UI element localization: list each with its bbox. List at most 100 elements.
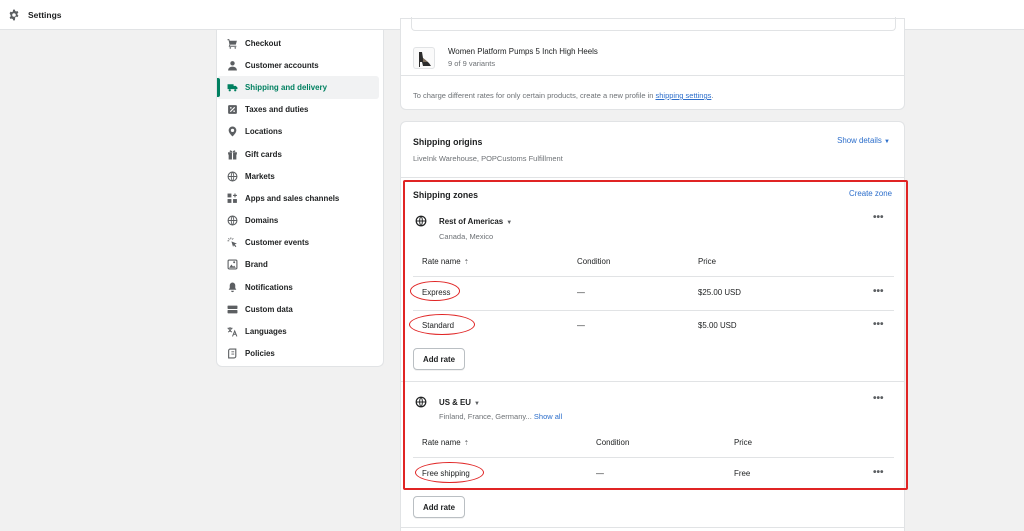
sidebar-item-custom-data[interactable]: Custom data [217, 298, 379, 320]
rate-name-express: Express [422, 288, 451, 297]
zone-name-dropdown[interactable]: US & EU ▼ [439, 398, 480, 407]
sidebar-item-apps-and-sales-channels[interactable]: Apps and sales channels [217, 187, 379, 209]
product-variants: 9 of 9 variants [448, 59, 496, 68]
divider [401, 177, 904, 178]
row-divider [413, 276, 894, 277]
shipping-origins-zones-card: Shipping origins LiveInk Warehouse, POPC… [400, 121, 905, 531]
rate-price: Free [734, 469, 751, 478]
row-divider [413, 457, 894, 458]
zone-countries-text: Finland, France, Germany... [439, 412, 532, 421]
rate-name-header[interactable]: Rate name ⇡ [422, 257, 469, 266]
add-rate-button[interactable]: Add rate [413, 496, 466, 518]
sidebar-item-gift-cards[interactable]: Gift cards [217, 143, 379, 165]
sort-icon: ⇡ [463, 440, 470, 447]
sidebar-item-domains[interactable]: Domains [217, 210, 379, 232]
database-icon [227, 304, 238, 315]
zone-more-actions-button[interactable]: ••• [873, 212, 884, 223]
high-heel-shoe-icon [419, 52, 431, 67]
bell-icon [227, 282, 238, 293]
row-divider [413, 310, 894, 311]
zone-header-rest-of-americas: Rest of Americas ▼ [415, 215, 512, 227]
rate-condition: — [577, 321, 585, 330]
gift-icon [227, 149, 238, 160]
caret-down-icon: ▼ [884, 139, 890, 145]
rate-more-actions-button[interactable]: ••• [873, 319, 884, 330]
sidebar-item-label: Markets [245, 171, 275, 181]
sidebar-item-label: Customer accounts [245, 60, 319, 70]
create-zone-button[interactable]: Create zone [849, 189, 892, 198]
shipping-origins-title: Shipping origins [413, 137, 483, 147]
sidebar-item-markets[interactable]: Markets [217, 165, 379, 187]
sidebar-item-customer-events[interactable]: Customer events [217, 232, 379, 254]
rate-more-actions-button[interactable]: ••• [873, 467, 884, 478]
zone-countries: Canada, Mexico [439, 232, 494, 241]
divider [401, 75, 904, 76]
cart-icon [227, 38, 238, 49]
rate-name-standard: Standard [422, 321, 455, 330]
sidebar-item-label: Checkout [245, 38, 281, 48]
sidebar-item-shipping-and-delivery[interactable]: Shipping and delivery [217, 76, 379, 99]
rate-name-header[interactable]: Rate name ⇡ [422, 438, 469, 447]
show-all-link[interactable]: Show all [534, 412, 562, 421]
zone-name-dropdown[interactable]: Rest of Americas ▼ [439, 217, 512, 226]
rate-name-free-shipping: Free shipping [422, 469, 470, 478]
sidebar-item-locations[interactable]: Locations [217, 121, 379, 143]
policy-document-icon [227, 348, 238, 359]
translate-icon [227, 326, 238, 337]
sidebar-item-policies[interactable]: Policies [217, 343, 379, 365]
shipping-settings-link[interactable]: shipping settings [656, 91, 712, 100]
brand-icon [227, 259, 238, 270]
globe-icon [415, 215, 427, 227]
note-suffix: . [711, 91, 714, 100]
sidebar-item-checkout[interactable]: Checkout [217, 32, 379, 54]
product-thumbnail [413, 47, 435, 69]
settings-sidebar: Checkout Customer accounts Shipping and … [216, 30, 384, 367]
condition-header: Condition [577, 257, 611, 266]
product-name: Women Platform Pumps 5 Inch High Heels [448, 47, 598, 56]
sidebar-item-label: Notifications [245, 282, 293, 292]
sidebar-item-label: Taxes and duties [245, 105, 309, 115]
sidebar-item-notifications[interactable]: Notifications [217, 276, 379, 298]
rate-condition: — [577, 288, 585, 297]
condition-header: Condition [596, 438, 630, 447]
profile-products-card: Women Platform Pumps 5 Inch High Heels 9… [400, 17, 905, 110]
card-stub [411, 17, 896, 31]
price-header: Price [734, 438, 752, 447]
sidebar-item-label: Brand [245, 260, 268, 270]
rate-price: $5.00 USD [698, 321, 737, 330]
sidebar-item-label: Gift cards [245, 149, 282, 159]
tax-icon [227, 104, 238, 115]
sidebar-item-label: Apps and sales channels [245, 193, 340, 203]
zone-name-label: US & EU [439, 397, 472, 407]
caret-down-icon: ▼ [506, 219, 513, 226]
sidebar-item-label: Languages [245, 327, 287, 337]
rate-more-actions-button[interactable]: ••• [873, 286, 884, 297]
sidebar-item-brand[interactable]: Brand [217, 254, 379, 276]
zone-divider [401, 527, 904, 528]
sidebar-item-label: Locations [245, 127, 283, 137]
sidebar-item-label: Customer events [245, 238, 310, 248]
zone-more-actions-button[interactable]: ••• [873, 393, 884, 404]
truck-icon [227, 82, 238, 93]
apps-icon [227, 193, 238, 204]
zone-countries: Finland, France, Germany... Show all [439, 412, 562, 421]
add-rate-button[interactable]: Add rate [413, 348, 466, 370]
sidebar-item-label: Domains [245, 216, 279, 226]
cursor-click-icon [227, 237, 238, 248]
note-text: To charge different rates for only certa… [413, 91, 656, 100]
sidebar-item-label: Policies [245, 349, 275, 359]
domain-globe-icon [227, 215, 238, 226]
rate-condition: — [596, 469, 604, 478]
zone-name-label: Rest of Americas [439, 216, 504, 226]
header-label: Rate name [422, 438, 461, 447]
sidebar-item-taxes-and-duties[interactable]: Taxes and duties [217, 99, 379, 121]
zone-divider [401, 381, 904, 382]
sidebar-item-customer-accounts[interactable]: Customer accounts [217, 54, 379, 76]
person-icon [227, 60, 238, 71]
show-details-button[interactable]: Show details ▼ [837, 136, 890, 145]
header-label: Rate name [422, 257, 461, 266]
sidebar-item-languages[interactable]: Languages [217, 320, 379, 342]
sidebar-item-label: Custom data [245, 304, 293, 314]
globe-icon [227, 171, 238, 182]
price-header: Price [698, 257, 716, 266]
